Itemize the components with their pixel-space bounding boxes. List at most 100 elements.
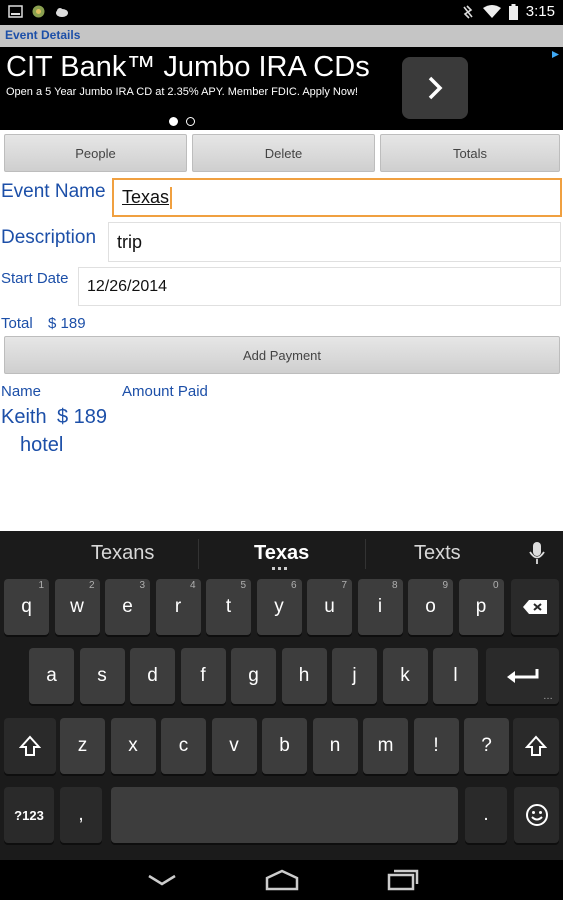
suggestion-3[interactable]: Texts	[414, 542, 461, 565]
people-button[interactable]: People	[4, 134, 187, 172]
name-column-header: Name	[1, 383, 42, 400]
key-hint: 0	[492, 580, 499, 591]
totals-button[interactable]: Totals	[380, 134, 560, 172]
emoji-icon	[525, 804, 548, 826]
more-suggestions-indicator	[272, 567, 287, 570]
ad-headline[interactable]: CIT Bank™ Jumbo IRA CDs	[6, 51, 370, 84]
clock: 3:15	[525, 3, 555, 20]
amount-paid-column-header: Amount Paid	[122, 383, 208, 400]
key-f[interactable]: f	[180, 648, 226, 704]
period-key[interactable]: .	[465, 787, 507, 843]
key-question[interactable]: ?	[464, 718, 509, 774]
key-z[interactable]: z	[60, 718, 105, 774]
key-m[interactable]: m	[363, 718, 408, 774]
total-label: Total	[1, 315, 33, 332]
key-o[interactable]: o9	[408, 579, 453, 635]
key-v[interactable]: v	[211, 718, 257, 774]
key-d[interactable]: d	[130, 648, 175, 704]
payment-name: Keith	[1, 406, 47, 428]
key-r[interactable]: r4	[155, 579, 201, 635]
key-c[interactable]: c	[161, 718, 206, 774]
key-a[interactable]: a	[29, 648, 74, 704]
key-x[interactable]: x	[110, 718, 156, 774]
app-icon	[32, 5, 45, 18]
key-u[interactable]: u7	[307, 579, 352, 635]
key-hint: 1	[38, 580, 44, 591]
microphone-icon[interactable]	[529, 541, 545, 565]
key-e[interactable]: e3	[105, 579, 150, 635]
key-h[interactable]: h	[281, 648, 327, 704]
key-hint: 2	[88, 580, 95, 591]
key-j[interactable]: j	[332, 648, 377, 704]
payment-amount: $ 189	[57, 406, 108, 428]
delete-button[interactable]: Delete	[192, 134, 375, 172]
key-label: u	[324, 596, 335, 617]
notification-icons	[8, 4, 69, 19]
backspace-icon	[523, 600, 547, 614]
key-hint: 5	[240, 580, 246, 591]
enter-icon	[506, 669, 538, 683]
back-icon[interactable]	[146, 873, 178, 887]
key-hint: 6	[290, 580, 297, 591]
key-q[interactable]: q1	[4, 579, 49, 635]
soft-keyboard: Texans Texas Texts q1w2e3r4t5y6u7i8o9p0 …	[0, 531, 563, 860]
description-label: Description	[1, 227, 97, 248]
description-field[interactable]: trip	[108, 222, 561, 262]
adchoices-icon[interactable]	[551, 50, 560, 59]
backspace-key[interactable]	[511, 579, 559, 635]
action-button-row: People Delete Totals	[0, 134, 563, 172]
suggestion-2[interactable]: Texas	[254, 542, 309, 565]
start-date-field[interactable]: 12/26/2014	[78, 267, 561, 306]
symbols-key[interactable]: ?123	[4, 787, 54, 843]
key-i[interactable]: i8	[357, 579, 403, 635]
ad-page-indicator	[169, 117, 195, 126]
key-hint: 7	[341, 580, 347, 591]
description-value: trip	[117, 231, 143, 252]
key-t[interactable]: t5	[206, 579, 251, 635]
emoji-key[interactable]	[514, 787, 559, 843]
enter-key[interactable]: …	[486, 648, 559, 704]
key-exclamation[interactable]: !	[413, 718, 459, 774]
shift-key-left[interactable]	[4, 718, 56, 774]
page-title: Event Details	[5, 28, 81, 42]
chevron-right-icon	[428, 76, 443, 100]
recent-apps-icon[interactable]	[387, 869, 419, 891]
event-name-value: Texas	[122, 187, 170, 207]
key-b[interactable]: b	[262, 718, 307, 774]
suggestion-divider	[198, 539, 199, 569]
system-icons: 3:15	[461, 3, 555, 20]
ad-text[interactable]: Open a 5 Year Jumbo IRA CD at 2.35% APY.…	[6, 85, 376, 99]
key-y[interactable]: y6	[256, 579, 302, 635]
key-p[interactable]: p0	[458, 579, 504, 635]
suggestion-divider	[365, 539, 366, 569]
shift-key-right[interactable]	[513, 718, 559, 774]
page-dot	[186, 117, 195, 126]
suggestion-1[interactable]: Texans	[91, 542, 154, 565]
key-l[interactable]: l	[433, 648, 478, 704]
key-w[interactable]: w2	[54, 579, 100, 635]
key-label: r	[174, 596, 182, 617]
navigation-bar	[0, 860, 563, 900]
key-hint: 8	[391, 580, 398, 591]
ad-open-button[interactable]	[402, 57, 468, 119]
key-s[interactable]: s	[79, 648, 125, 704]
start-date-label: Start Date	[1, 270, 69, 287]
key-hint: 4	[189, 580, 196, 591]
key-label: i	[377, 596, 383, 617]
comma-key[interactable]: ,	[60, 787, 102, 843]
key-label: t	[225, 596, 232, 617]
ad-banner[interactable]: CIT Bank™ Jumbo IRA CDs Open a 5 Year Ju…	[0, 47, 563, 130]
app-title-bar: Event Details	[0, 25, 563, 47]
space-key[interactable]	[111, 787, 458, 843]
event-name-field[interactable]: Texas	[112, 178, 562, 217]
home-icon[interactable]	[264, 869, 300, 891]
key-label: w	[70, 596, 84, 617]
key-k[interactable]: k	[382, 648, 428, 704]
key-n[interactable]: n	[312, 718, 358, 774]
add-payment-button[interactable]: Add Payment	[4, 336, 560, 374]
key-hint: 9	[442, 580, 448, 591]
start-date-value: 12/26/2014	[87, 277, 168, 295]
payment-note: hotel	[20, 434, 64, 456]
status-bar: 3:15	[0, 0, 563, 25]
key-g[interactable]: g	[231, 648, 276, 704]
